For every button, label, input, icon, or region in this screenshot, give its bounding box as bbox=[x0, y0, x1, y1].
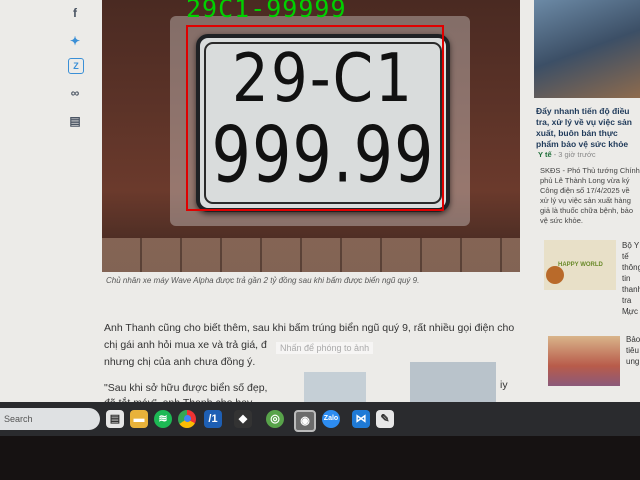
chrome-icon[interactable] bbox=[178, 410, 196, 428]
taskbar: Search ▤ ▬ ≋ /1 ◆ ◎ ◉ Zalo ⋈ ✎ bbox=[0, 402, 640, 436]
sidebar-meta-tag[interactable]: Y tế bbox=[538, 150, 552, 159]
monitor-bezel bbox=[0, 436, 640, 480]
notepad-icon[interactable]: ✎ bbox=[376, 410, 394, 428]
tile-floor bbox=[102, 238, 520, 272]
sidebar-headline-3[interactable]: Bảo tiêu ung bbox=[626, 334, 640, 367]
sidebar-photo-1[interactable] bbox=[534, 0, 640, 98]
thumb-food-shape bbox=[546, 266, 564, 284]
paragraph2-line2: đã tắt máy", anh Thanh cho hay. bbox=[104, 395, 304, 402]
folder-icon[interactable]: ▬ bbox=[130, 410, 148, 428]
sidebar-thumbnail-3[interactable] bbox=[548, 336, 620, 386]
epic-icon[interactable]: ◆ bbox=[234, 410, 252, 428]
sidebar-headline-2[interactable]: Bộ Y tế thông tin thanh tra Mực bbox=[622, 240, 640, 317]
spotify-icon[interactable]: ≋ bbox=[154, 410, 172, 428]
photos-icon[interactable]: ◉ bbox=[294, 410, 316, 432]
browser-viewport: f ✦ Z ∞ ▤ 29-C1 999.99 29C1-99999 Chủ nh… bbox=[0, 0, 640, 402]
zalo-icon[interactable]: Z bbox=[68, 58, 84, 74]
comment-icon[interactable]: ▤ bbox=[68, 114, 82, 128]
zoom-tooltip: Nhấn để phóng to ảnh bbox=[276, 342, 374, 354]
sidebar-headline-1[interactable]: Đẩy nhanh tiến độ điều tra, xử lý về vụ … bbox=[536, 106, 640, 150]
thumb-overlay-text: HAPPY WORLD bbox=[558, 262, 603, 268]
sidebar-thumbnail-2[interactable]: HAPPY WORLD bbox=[544, 240, 616, 290]
sidebar-meta-time: - 3 giờ trước bbox=[553, 150, 596, 159]
facebook-icon[interactable]: f bbox=[68, 6, 82, 20]
files-icon[interactable]: ▤ bbox=[106, 410, 124, 428]
vscode-icon[interactable]: ⋈ bbox=[352, 410, 370, 428]
overflow-text: iy bbox=[500, 379, 508, 391]
sidebar-meta-1: Y tế - 3 giờ trước bbox=[538, 150, 596, 159]
twitter-icon[interactable]: ✦ bbox=[68, 34, 82, 48]
sidebar-item2-tag: Y bbox=[626, 308, 632, 317]
sidebar-text-1: SKĐS - Phó Thủ tướng Chính phủ Lê Thành … bbox=[540, 166, 640, 225]
app-icon[interactable]: /1 bbox=[204, 410, 222, 428]
share-bar: f ✦ Z ∞ ▤ bbox=[60, 0, 90, 140]
taskbar-search[interactable]: Search bbox=[0, 408, 100, 430]
detection-box bbox=[186, 25, 444, 211]
photo-caption: Chủ nhân xe máy Wave Alpha được trả gần … bbox=[106, 276, 420, 285]
detection-label: 29C1-99999 bbox=[186, 0, 347, 23]
paragraph1-line1: Anh Thanh cũng cho biết thêm, sau khi bấ… bbox=[104, 322, 515, 334]
link-icon[interactable]: ∞ bbox=[68, 86, 82, 100]
inline-thumbnail-2[interactable] bbox=[410, 362, 496, 402]
taskbar-zalo-icon[interactable]: Zalo bbox=[322, 410, 340, 428]
sidebar: Đẩy nhanh tiến độ điều tra, xử lý về vụ … bbox=[530, 0, 640, 402]
chrome-alt-icon[interactable]: ◎ bbox=[266, 410, 284, 428]
inline-thumbnail-1[interactable] bbox=[304, 372, 366, 402]
